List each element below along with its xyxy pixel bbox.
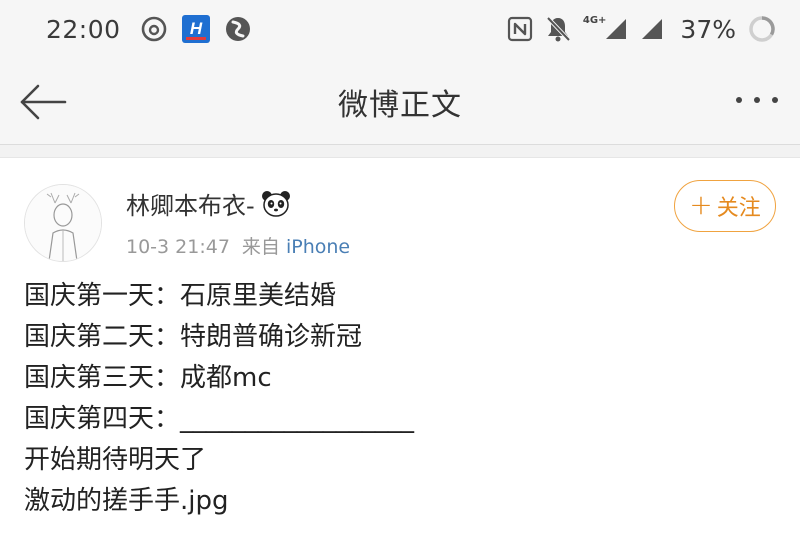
more-icon [736,97,778,103]
nav-bar: 微博正文 [0,58,800,145]
mute-icon [545,15,571,43]
signal-4g-icon: 4G+ [582,14,629,41]
network-type-label: 4G+ [582,14,607,26]
post-time: 10-3 21:47 [126,236,230,258]
post-meta: 10-3 21:47 来自 iPhone [126,232,350,259]
post-text-line: 国庆第二天：特朗普确诊新冠 [24,322,363,352]
battery-ring-icon [748,15,776,43]
page-title: 微博正文 [338,88,462,123]
post-content: 国庆第一天：石原里美结婚 国庆第二天：特朗普确诊新冠 国庆第三天：成都mc 国庆… [24,276,776,522]
avatar-sketch-icon [25,185,101,261]
weibo-post-screen: 22:00 H 4G+ 37% 微博正文 林卿本布衣- 10-3 21:47 来… [0,0,800,557]
post-source-link[interactable]: iPhone [286,236,350,258]
post-text-line: 国庆第三天：成都mc [24,363,272,393]
post-text-line: 激动的搓手手.jpg [24,486,229,516]
netease-music-icon [141,16,167,42]
panda-emoji-icon [261,190,291,218]
battery-percent: 37% [680,14,736,44]
post-text-line: 国庆第一天：石原里美结婚 [24,281,337,311]
nfc-icon [507,16,533,42]
hupu-app-icon: H [181,14,211,44]
post-text-line: 开始期待明天了 [24,445,207,475]
status-system-icons: 4G+ 37% [507,15,776,44]
status-app-icons: H [141,14,251,44]
more-button[interactable] [734,90,780,110]
status-time: 22:00 [46,14,121,44]
post-text-line: 国庆第四天：__________________ [24,404,415,434]
svg-text:H: H [189,19,202,38]
signal-icon [640,17,664,41]
post-card: 林卿本布衣- 10-3 21:47 来自 iPhone + 关注 国庆第一天：石… [0,158,800,557]
follow-button[interactable]: + 关注 [674,180,776,232]
author-name: 林卿本布衣- [126,192,255,220]
post-author[interactable]: 林卿本布衣- [126,186,291,221]
app-swirl-icon [225,16,251,42]
follow-label: 关注 [716,196,761,221]
source-prefix: 来自 [241,236,280,258]
status-bar: 22:00 H 4G+ 37% [0,0,800,58]
avatar[interactable] [24,184,102,262]
section-divider [0,145,800,158]
plus-icon: + [689,188,713,221]
